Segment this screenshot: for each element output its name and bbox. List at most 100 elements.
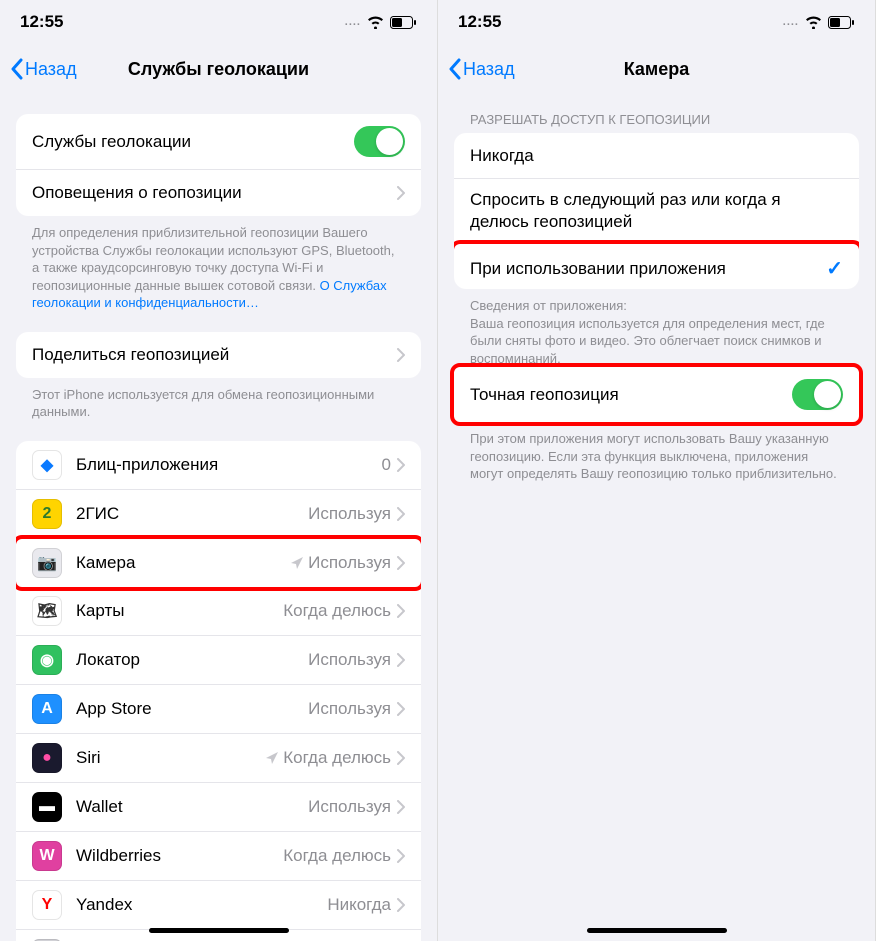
toggle-on-icon[interactable] xyxy=(792,379,843,410)
app-icon: Y xyxy=(32,890,62,920)
app-row[interactable]: A App Store Используя xyxy=(16,685,421,734)
app-icon: W xyxy=(32,841,62,871)
toggle-on-icon[interactable] xyxy=(354,126,405,157)
chevron-right-icon xyxy=(397,653,405,667)
app-name: Siri xyxy=(76,748,265,768)
app-name: Локатор xyxy=(76,650,308,670)
chevron-right-icon xyxy=(397,507,405,521)
row-label: Поделиться геопозицией xyxy=(32,345,397,365)
back-label: Назад xyxy=(463,59,515,80)
content: Службы геолокации Оповещения о геопозици… xyxy=(0,114,437,941)
app-icon: ▬ xyxy=(32,792,62,822)
app-row[interactable]: ◉ Локатор Используя xyxy=(16,636,421,685)
app-status: 0 xyxy=(382,455,391,475)
back-label: Назад xyxy=(25,59,77,80)
app-row[interactable]: W Wildberries Когда делюсь xyxy=(16,832,421,881)
app-row[interactable]: 2 2ГИС Используя xyxy=(16,490,421,539)
app-row[interactable]: Y Yandex Никогда xyxy=(16,881,421,930)
home-indicator[interactable] xyxy=(587,928,727,933)
footer-app-info: Сведения от приложения: Ваша геопозиция … xyxy=(454,289,859,367)
home-indicator[interactable] xyxy=(149,928,289,933)
app-icon: ◆ xyxy=(32,450,62,480)
app-name: Камера xyxy=(76,553,290,573)
location-arrow-icon xyxy=(290,556,304,570)
wifi-icon xyxy=(805,16,822,29)
app-status: Используя xyxy=(308,553,391,573)
app-icon: 🗺 xyxy=(32,596,62,626)
content: Разрешать доступ к геопозиции Никогда Сп… xyxy=(438,94,875,483)
battery-icon xyxy=(828,16,855,29)
section-header: Разрешать доступ к геопозиции xyxy=(454,94,859,133)
row-label: Спросить в следующий раз или когда я дел… xyxy=(470,189,843,233)
option-while-using[interactable]: При использовании приложения ✓ xyxy=(454,240,859,289)
status-time: 12:55 xyxy=(20,12,63,32)
app-status: Когда делюсь xyxy=(283,846,391,866)
option-ask-next-time[interactable]: Спросить в следующий раз или когда я дел… xyxy=(454,179,859,244)
section-permission-options: Никогда Спросить в следующий раз или ког… xyxy=(454,133,859,289)
row-location-alerts[interactable]: Оповещения о геопозиции xyxy=(16,170,421,216)
section-main-toggle: Службы геолокации Оповещения о геопозици… xyxy=(16,114,421,216)
row-location-services[interactable]: Службы геолокации xyxy=(16,114,421,170)
chevron-right-icon xyxy=(397,458,405,472)
app-icon: 2 xyxy=(32,499,62,529)
cellular-dots-icon: .... xyxy=(345,16,361,28)
chevron-right-icon xyxy=(397,604,405,618)
chevron-right-icon xyxy=(397,849,405,863)
row-share-location[interactable]: Поделиться геопозицией xyxy=(16,332,421,378)
footer-share: Этот iPhone используется для обмена геоп… xyxy=(16,378,421,421)
wifi-icon xyxy=(367,16,384,29)
row-label: Никогда xyxy=(470,146,843,166)
app-status: Используя xyxy=(308,650,391,670)
page-title: Камера xyxy=(624,59,690,80)
cellular-dots-icon: .... xyxy=(783,16,799,28)
back-button[interactable]: Назад xyxy=(448,58,515,80)
app-name: Карты xyxy=(76,601,283,621)
app-name: Блиц-приложения xyxy=(76,455,382,475)
app-name: Yandex xyxy=(76,895,327,915)
status-bar: 12:55 .... xyxy=(438,0,875,44)
app-name: 2ГИС xyxy=(76,504,308,524)
app-status: Используя xyxy=(308,699,391,719)
app-status: Когда делюсь xyxy=(283,601,391,621)
chevron-right-icon xyxy=(397,186,405,200)
page-title: Службы геолокации xyxy=(128,59,309,80)
phone-location-services: 12:55 .... Назад Службы геолокации Служб… xyxy=(0,0,438,941)
row-label: Службы геолокации xyxy=(32,132,354,152)
app-row[interactable]: 📷 Камера Используя xyxy=(16,535,421,591)
app-icon: 📷 xyxy=(32,548,62,578)
section-precise: Точная геопозиция xyxy=(450,363,863,426)
app-row[interactable]: ● Siri Когда делюсь xyxy=(16,734,421,783)
chevron-right-icon xyxy=(397,800,405,814)
check-icon: ✓ xyxy=(826,256,843,281)
app-name: Wallet xyxy=(76,797,308,817)
chevron-right-icon xyxy=(397,751,405,765)
option-never[interactable]: Никогда xyxy=(454,133,859,179)
chevron-right-icon xyxy=(397,898,405,912)
phone-camera-permissions: 12:55 .... Назад Камера Разрешать доступ… xyxy=(438,0,876,941)
chevron-right-icon xyxy=(397,702,405,716)
app-row[interactable]: ▬ Wallet Используя xyxy=(16,783,421,832)
app-icon: ◉ xyxy=(32,645,62,675)
nav-bar: Назад Камера xyxy=(438,44,875,94)
back-button[interactable]: Назад xyxy=(10,58,77,80)
app-row[interactable]: ◆ Блиц-приложения 0 xyxy=(16,441,421,490)
chevron-right-icon xyxy=(397,348,405,362)
app-icon: ● xyxy=(32,743,62,773)
app-status: Никогда xyxy=(327,895,391,915)
footer-precise: При этом приложения могут использовать В… xyxy=(454,422,859,483)
chevron-left-icon xyxy=(10,58,23,80)
app-icon: A xyxy=(32,694,62,724)
status-bar: 12:55 .... xyxy=(0,0,437,44)
app-name: App Store xyxy=(76,699,308,719)
footer-text: Для определения приблизительной геопозиц… xyxy=(16,216,421,312)
location-arrow-icon xyxy=(265,751,279,765)
status-time: 12:55 xyxy=(458,12,501,32)
chevron-left-icon xyxy=(448,58,461,80)
nav-bar: Назад Службы геолокации xyxy=(0,44,437,94)
section-apps: ◆ Блиц-приложения 0 2 2ГИС Используя 📷 К… xyxy=(16,441,421,941)
app-name: Wildberries xyxy=(76,846,283,866)
app-row[interactable]: 🗺 Карты Когда делюсь xyxy=(16,587,421,636)
app-status: Используя xyxy=(308,797,391,817)
chevron-right-icon xyxy=(397,556,405,570)
row-precise-location[interactable]: Точная геопозиция xyxy=(454,367,859,422)
